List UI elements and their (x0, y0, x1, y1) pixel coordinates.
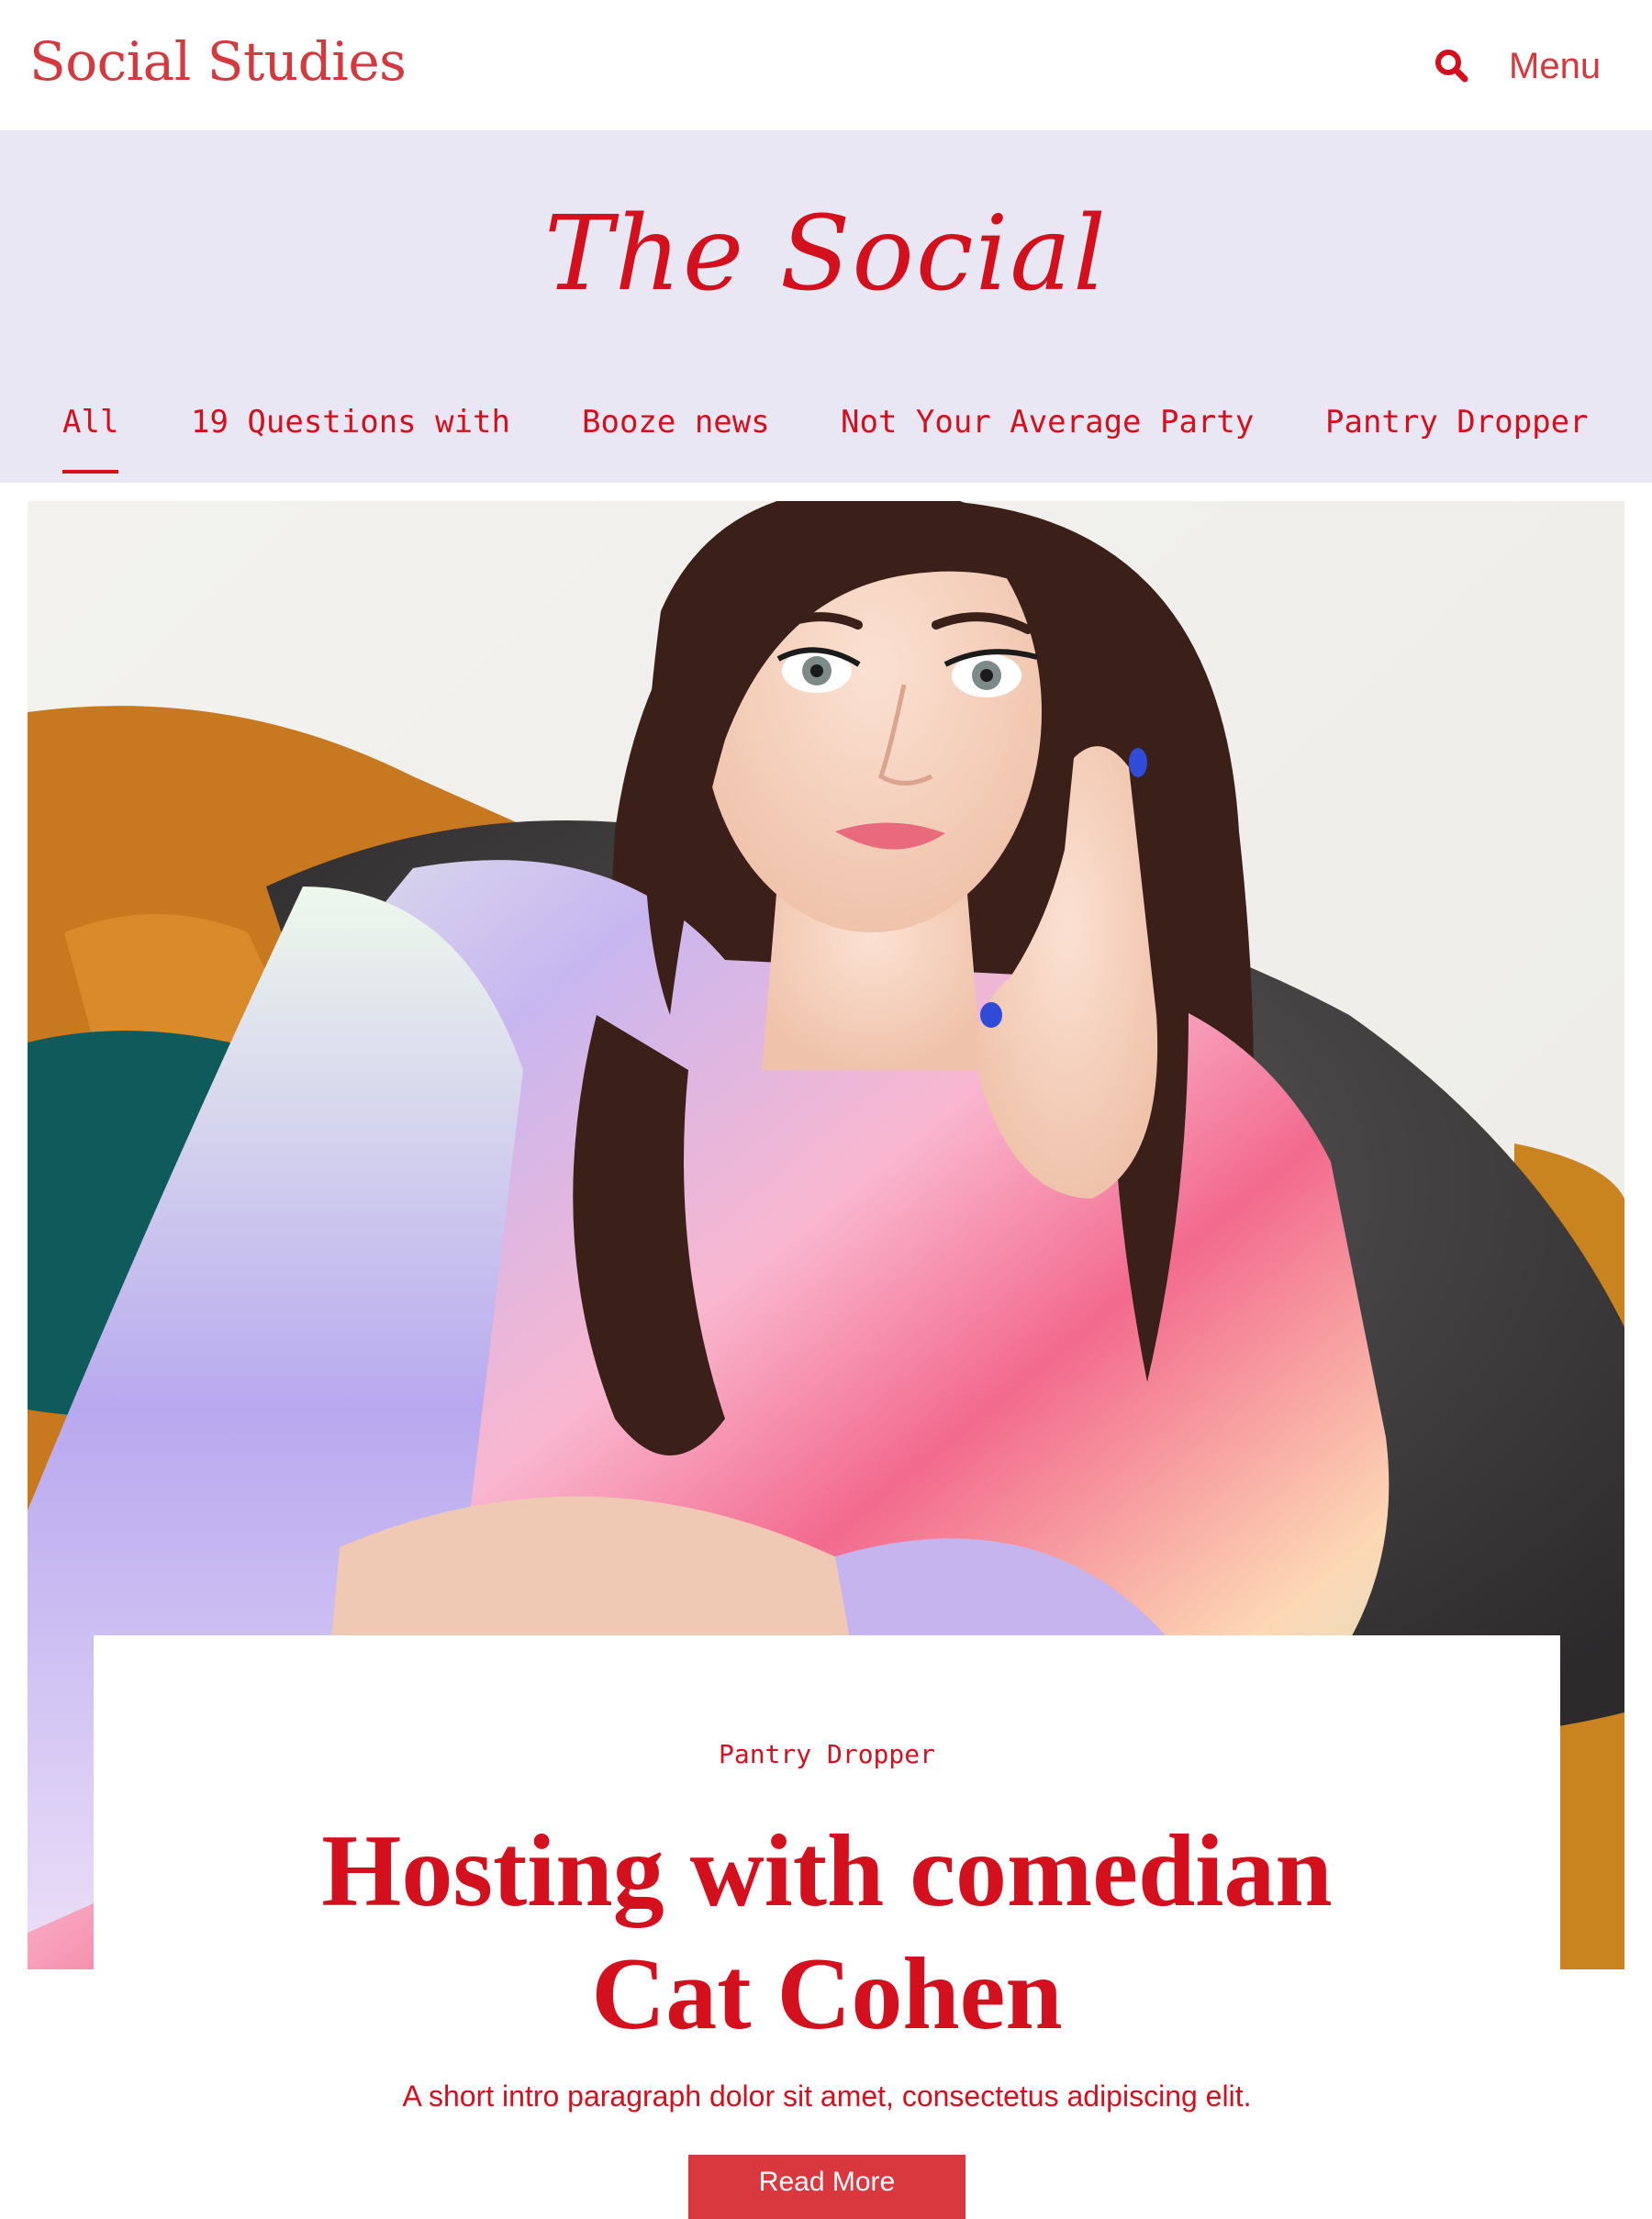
tab-label: Pantry Dropper (1325, 404, 1589, 440)
tab-label: 19 Questions with (191, 404, 510, 440)
active-tab-indicator (62, 470, 119, 474)
search-button[interactable] (1432, 46, 1472, 86)
feature-card: Pantry Dropper Hosting with comedian Cat… (94, 1635, 1560, 2219)
category-tabs: All 19 Questions with Booze news Not You… (0, 396, 1652, 483)
search-icon (1435, 50, 1468, 83)
tab-19-questions-with[interactable]: 19 Questions with (191, 396, 510, 448)
tab-label: Booze news (582, 404, 770, 440)
tab-not-your-average-party[interactable]: Not Your Average Party (841, 396, 1254, 448)
hero-band: The Social All 19 Questions with Booze n… (0, 130, 1652, 483)
post-category[interactable]: Pantry Dropper (94, 1736, 1560, 1773)
section-title: The Social (543, 195, 1108, 314)
tab-all[interactable]: All (62, 396, 119, 474)
tab-label: Not Your Average Party (841, 404, 1255, 440)
post-title-line-1: Hosting with comedian (321, 1814, 1333, 1928)
tab-pantry-dropper[interactable]: Pantry Dropper (1325, 396, 1589, 448)
post-title-line-2: Cat Cohen (591, 1937, 1063, 2051)
tab-label: All (62, 404, 119, 440)
menu-button[interactable]: Menu (1509, 40, 1601, 92)
site-header: Social Studies Menu (0, 0, 1652, 130)
read-more-button[interactable]: Read More (688, 2155, 966, 2219)
post-title[interactable]: Hosting with comedian Cat Cohen (94, 1810, 1560, 2056)
post-intro: A short intro paragraph dolor sit amet, … (402, 2080, 1252, 2113)
site-logo[interactable]: Social Studies (29, 20, 407, 103)
tab-booze-news[interactable]: Booze news (582, 396, 770, 448)
